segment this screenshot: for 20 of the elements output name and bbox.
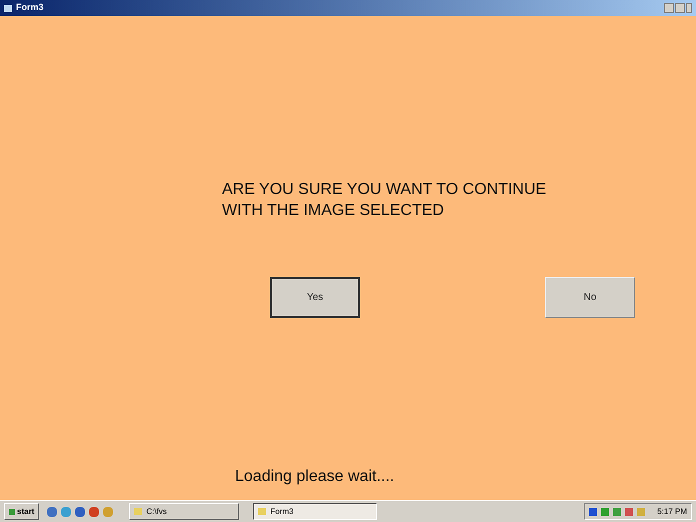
window-title: Form3 [16,1,44,14]
taskbar-button[interactable]: Form3 [253,503,378,520]
loading-text: Loading please wait.... [235,468,394,485]
quick-launch-icon[interactable] [61,506,72,516]
minimize-button[interactable] [664,3,674,13]
window-icon [258,508,266,515]
maximize-button[interactable] [675,3,685,13]
question-text: ARE YOU SURE YOU WANT TO CONTINUE [222,180,548,200]
question-text: WITH THE IMAGE SELECTED [222,201,445,221]
quick-launch-icon[interactable] [75,506,86,516]
dialog-button[interactable]: Yes [270,277,360,318]
taskbar-button[interactable]: C:\fvs [129,503,240,520]
start-button[interactable]: start [4,503,40,520]
clock: 5:17 PM [657,506,687,518]
app-icon [4,4,12,12]
quick-launch-icon[interactable] [89,506,100,516]
window-icon [134,508,142,515]
dialog-button[interactable]: No [545,277,635,318]
quick-launch-icon[interactable] [47,506,58,516]
close-button[interactable] [686,3,692,13]
